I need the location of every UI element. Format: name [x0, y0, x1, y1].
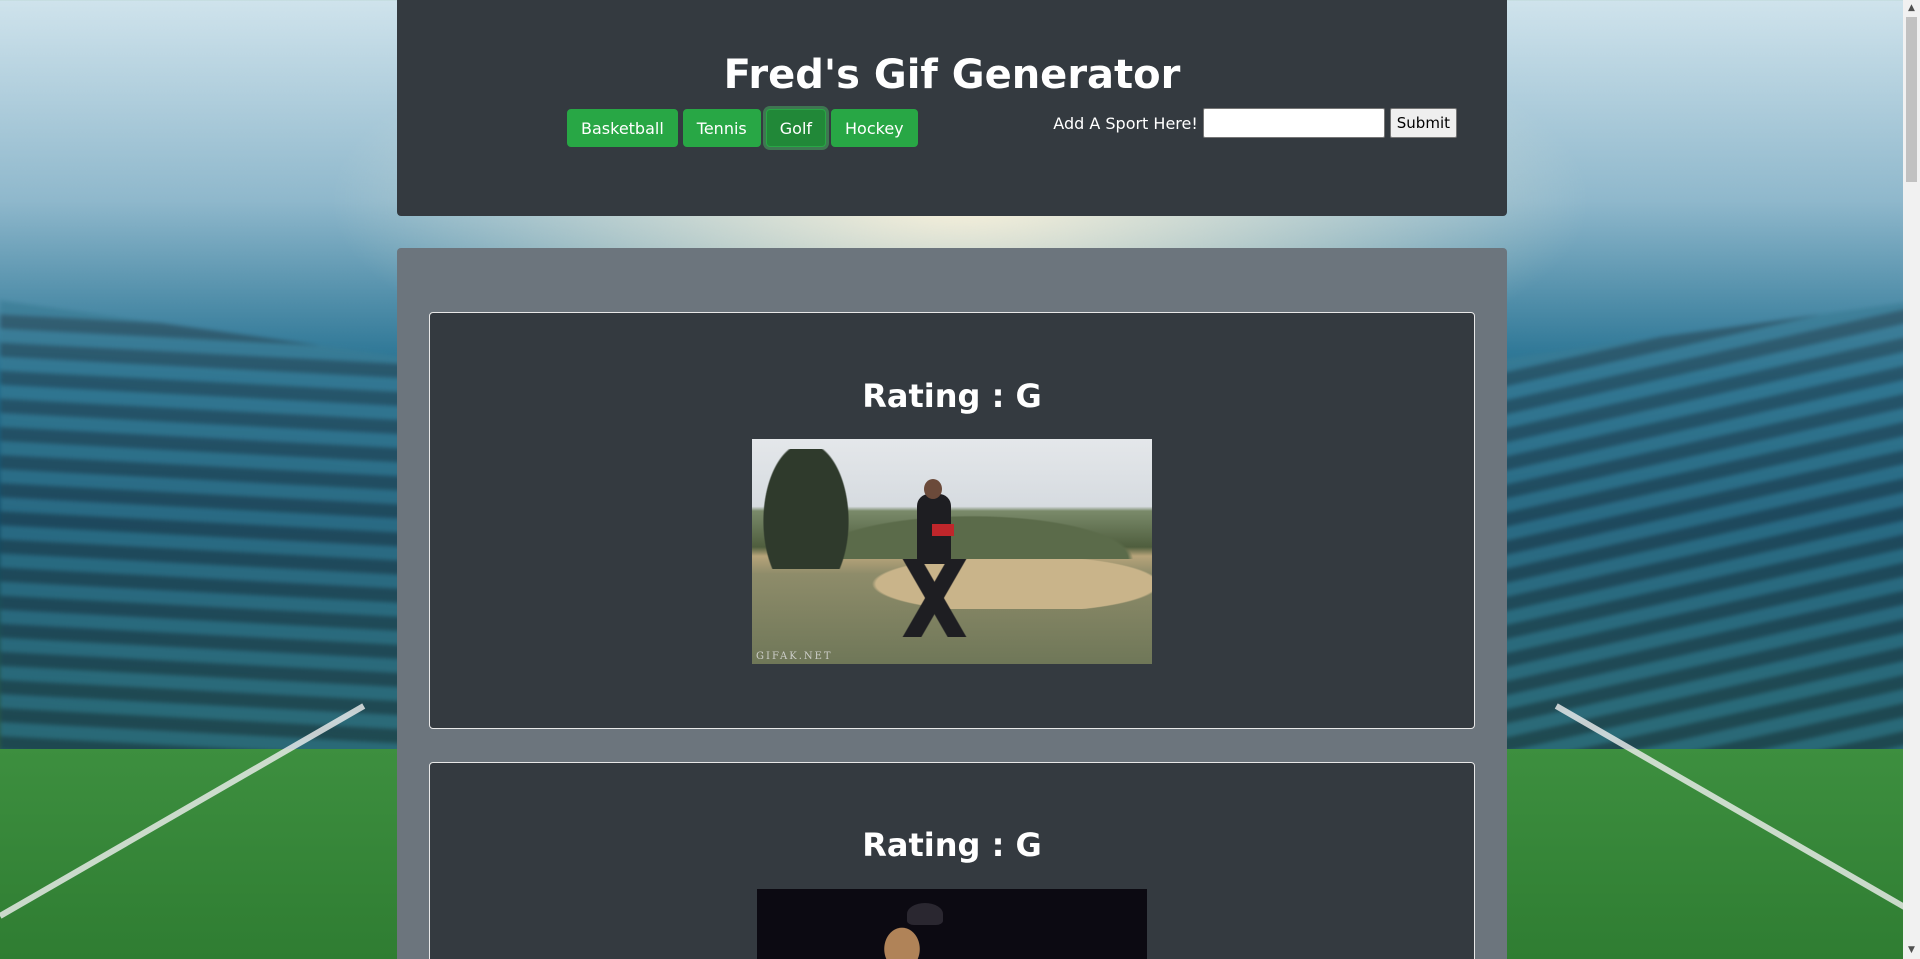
gif-player-arm: [932, 524, 954, 536]
sport-button-golf[interactable]: Golf: [765, 109, 827, 147]
sport-button-basketball[interactable]: Basketball: [567, 109, 678, 147]
page-header: Fred's Gif Generator Basketball Tennis G…: [397, 0, 1507, 216]
gif-image-tennis[interactable]: [757, 889, 1147, 959]
gif-rating: Rating : G: [862, 826, 1042, 864]
add-sport-label: Add A Sport Here!: [1053, 113, 1198, 133]
page-scrollbar[interactable]: ▲ ▼: [1903, 0, 1920, 959]
gif-player-legs: [897, 559, 977, 637]
gif-player-head: [924, 479, 942, 499]
page-title: Fred's Gif Generator: [723, 52, 1181, 98]
triangle-up-icon[interactable]: ▲: [1903, 0, 1920, 17]
sport-button-row: Basketball Tennis Golf Hockey: [567, 109, 918, 147]
add-sport-input[interactable]: [1202, 108, 1385, 138]
sport-button-tennis[interactable]: Tennis: [682, 109, 761, 147]
add-sport-form: Add A Sport Here! Submit: [1053, 108, 1457, 138]
scrollbar-thumb[interactable]: [1906, 17, 1917, 182]
gif-trees-shape: [762, 449, 872, 569]
submit-button[interactable]: Submit: [1389, 108, 1457, 138]
triangle-down-icon[interactable]: ▼: [1903, 942, 1920, 959]
gif-image-golf[interactable]: GIFAK.NET: [752, 439, 1152, 664]
gif-watermark: GIFAK.NET: [756, 651, 833, 662]
gif-card: Rating : G GIFAK.NET: [429, 312, 1475, 729]
gif-rating: Rating : G: [862, 377, 1042, 415]
gif-player-cap: [907, 903, 943, 925]
gif-bunker-shape: [812, 559, 1152, 609]
gif-results-panel: Rating : G GIFAK.NET Rating : G: [397, 248, 1507, 959]
sport-button-hockey[interactable]: Hockey: [831, 109, 918, 147]
gif-card: Rating : G: [429, 762, 1475, 959]
